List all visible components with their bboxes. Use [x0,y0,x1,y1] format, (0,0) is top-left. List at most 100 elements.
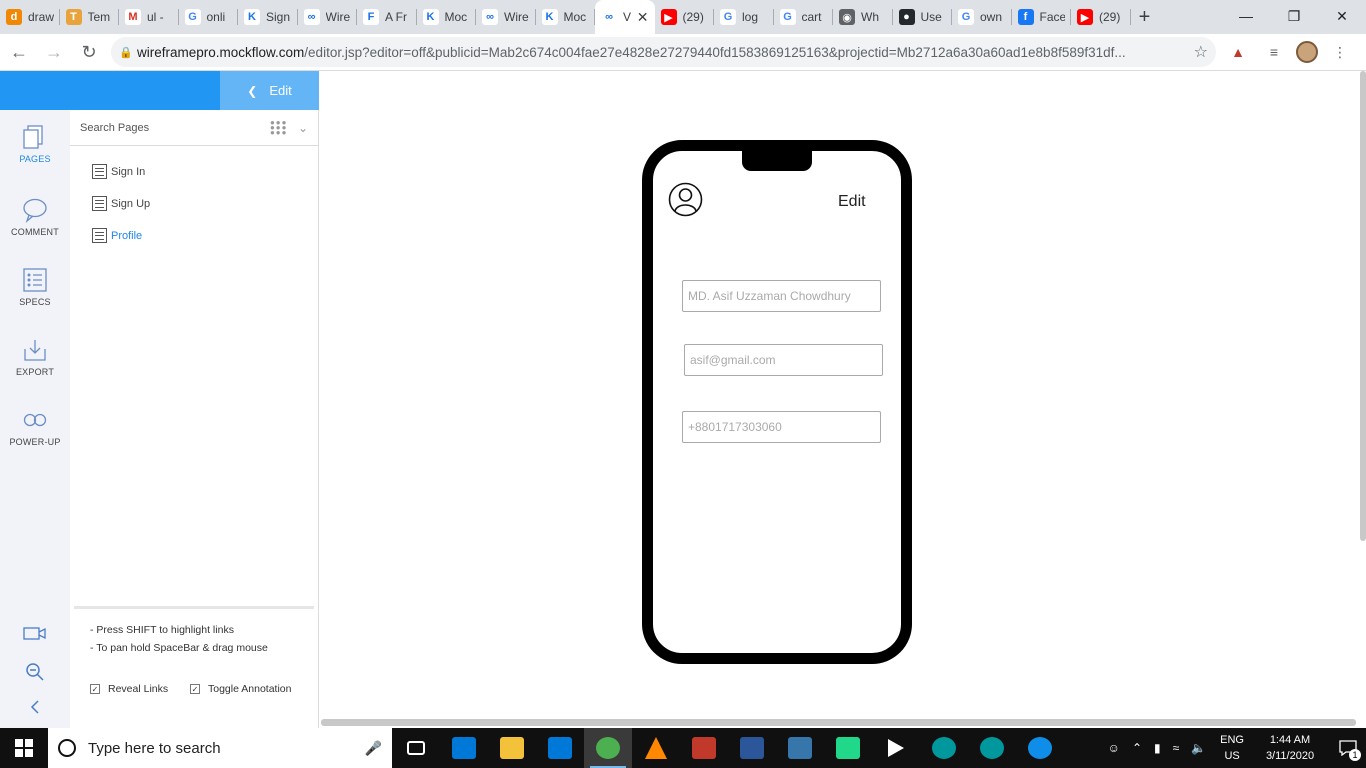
browser-tab[interactable]: ◉ Wh [833,0,893,34]
browser-tab[interactable]: ∞ Wire [298,0,358,34]
pages-panel: Search Pages ●●● ●●● ●●● ⌄ Sign In Sign Up… [70,110,319,728]
email-field[interactable]: asif@gmail.com [684,344,883,376]
taskbar-clock[interactable]: 1:44 AM 3/11/2020 [1258,732,1322,764]
taskbar-app-button[interactable] [872,728,920,768]
horizontal-scrollbar[interactable] [321,719,1356,726]
action-center-button[interactable]: 1 [1330,728,1366,768]
youtube-icon: ▶ [1077,9,1093,25]
collapse-chevron-icon[interactable]: ⌄ [298,121,308,135]
browser-tab[interactable]: Gonli [179,0,239,34]
edit-button[interactable]: ❮ Edit [220,71,319,110]
video-button[interactable] [0,625,70,641]
clock-date: 3/11/2020 [1265,750,1315,762]
zoom-button[interactable] [0,662,70,682]
vertical-scrollbar[interactable] [1360,71,1366,541]
browser-tab[interactable]: d draw [0,0,60,34]
taskbar-app-button[interactable] [968,728,1016,768]
reading-list-icon[interactable]: ≡ [1260,38,1288,66]
forward-button[interactable]: → [38,36,70,68]
taskbar-app-button[interactable] [632,728,680,768]
chevron-left-icon: ❮ [247,83,258,98]
minimize-button[interactable]: — [1222,0,1270,32]
close-tab-icon[interactable]: ✕ [637,9,649,26]
start-button[interactable] [0,728,48,768]
phone-frame: Edit MD. Asif Uzzaman Chowdhury asif@gma… [642,140,912,664]
taskbar-app-button[interactable] [536,728,584,768]
taskbar-search-box[interactable]: Type here to search 🎤 [48,728,392,768]
chevron-left-icon [30,700,39,714]
zoom-search-icon [26,663,44,681]
toggle-annotation-checkbox[interactable]: ✓ Toggle Annotation [190,683,292,695]
rail-label: PAGES [19,154,51,164]
taskbar-app-button[interactable] [920,728,968,768]
rail-export[interactable]: EXPORT [0,335,70,377]
rail-power-up[interactable]: POWER-UP [0,405,70,447]
taskbar-app-button[interactable] [680,728,728,768]
page-item-sign-up[interactable]: Sign Up [92,196,150,211]
back-button[interactable]: ← [3,36,35,68]
browser-tab[interactable]: f Face [1012,0,1072,34]
toggle-annotation-label: Toggle Annotation [208,683,292,695]
input-language[interactable]: ENG US [1220,732,1244,764]
lock-icon: 🔒 [119,46,133,59]
page-item-sign-in[interactable]: Sign In [92,164,145,179]
taskbar-app-button[interactable] [392,728,440,768]
browser-tab[interactable]: T Tem [60,0,120,34]
search-pages-input[interactable]: Search Pages [80,122,270,134]
profile-avatar[interactable] [1296,41,1318,63]
taskbar-app-button[interactable] [488,728,536,768]
browser-tab[interactable]: ∞ Wire [476,0,536,34]
phone-field[interactable]: +8801717303060 [682,411,881,443]
reload-button[interactable]: ↻ [73,36,105,68]
browser-tab[interactable]: K Moc [536,0,596,34]
wifi-icon[interactable]: ≈ [1173,741,1180,755]
browser-tab[interactable]: ▶ (29) [655,0,715,34]
bookmark-star-icon[interactable]: ☆ [1194,42,1208,62]
page-item-profile[interactable]: Profile [92,228,142,243]
microphone-icon[interactable]: 🎤 [365,740,382,757]
taskbar-app-button[interactable] [776,728,824,768]
battery-icon[interactable]: ▮ [1154,741,1161,755]
browser-tab[interactable]: K Sign [238,0,298,34]
rail-comment[interactable]: COMMENT [0,195,70,237]
pdf-extension-icon[interactable]: ▲ [1224,38,1252,66]
show-hidden-icons-chevron-icon[interactable]: ⌃ [1132,741,1142,755]
browser-tab[interactable]: ▶ (29) [1071,0,1131,34]
tab-title: Moc [444,10,468,24]
url-text[interactable]: wireframepro.mockflow.com/editor.jsp?edi… [137,45,1188,60]
phone-notch [742,149,812,171]
browser-tab[interactable]: Gown [952,0,1012,34]
reveal-links-checkbox[interactable]: ✓ Reveal Links [90,683,168,695]
taskbar-app-button[interactable] [728,728,776,768]
tab-title: V [623,10,632,24]
profile-user-icon[interactable] [668,182,703,217]
browser-tab[interactable]: Gcart [774,0,834,34]
browser-toolbar: ← → ↻ 🔒 wireframepro.mockflow.com/editor… [0,34,1366,71]
taskbar-app-button[interactable] [440,728,488,768]
chrome-menu-icon[interactable]: ⋮ [1326,38,1354,66]
rail-specs[interactable]: SPECS [0,265,70,307]
collapse-rail-button[interactable] [0,699,70,715]
wireframe-canvas[interactable]: Edit MD. Asif Uzzaman Chowdhury asif@gma… [320,71,1366,728]
close-window-button[interactable]: ✕ [1318,0,1366,32]
address-bar[interactable]: 🔒 wireframepro.mockflow.com/editor.jsp?e… [111,37,1216,67]
people-icon[interactable]: ☺ [1108,741,1120,755]
restore-button[interactable]: ❐ [1270,0,1318,32]
taskbar-app-button[interactable] [584,728,632,768]
grid-view-icon[interactable]: ●●● ●●● ●●● [270,119,292,137]
new-tab-button[interactable]: + [1131,0,1159,34]
wireframe-edit-link[interactable]: Edit [838,193,866,211]
browser-tab[interactable]: ∞ V ✕ [595,0,655,34]
taskbar-app-button[interactable] [1016,728,1064,768]
rail-pages[interactable]: PAGES [0,122,70,164]
browser-tab[interactable]: ● Use [893,0,953,34]
url-path: /editor.jsp?editor=off&publicid=Mab2c674… [304,44,1126,60]
acrobat-icon [692,737,716,759]
taskbar-app-button[interactable] [824,728,872,768]
browser-tab[interactable]: F A Fr [357,0,417,34]
volume-icon[interactable]: 🔈 [1191,741,1206,755]
browser-tab[interactable]: Glog [714,0,774,34]
browser-tab[interactable]: K Moc [417,0,477,34]
name-field[interactable]: MD. Asif Uzzaman Chowdhury [682,280,881,312]
browser-tab[interactable]: Mul - [119,0,179,34]
